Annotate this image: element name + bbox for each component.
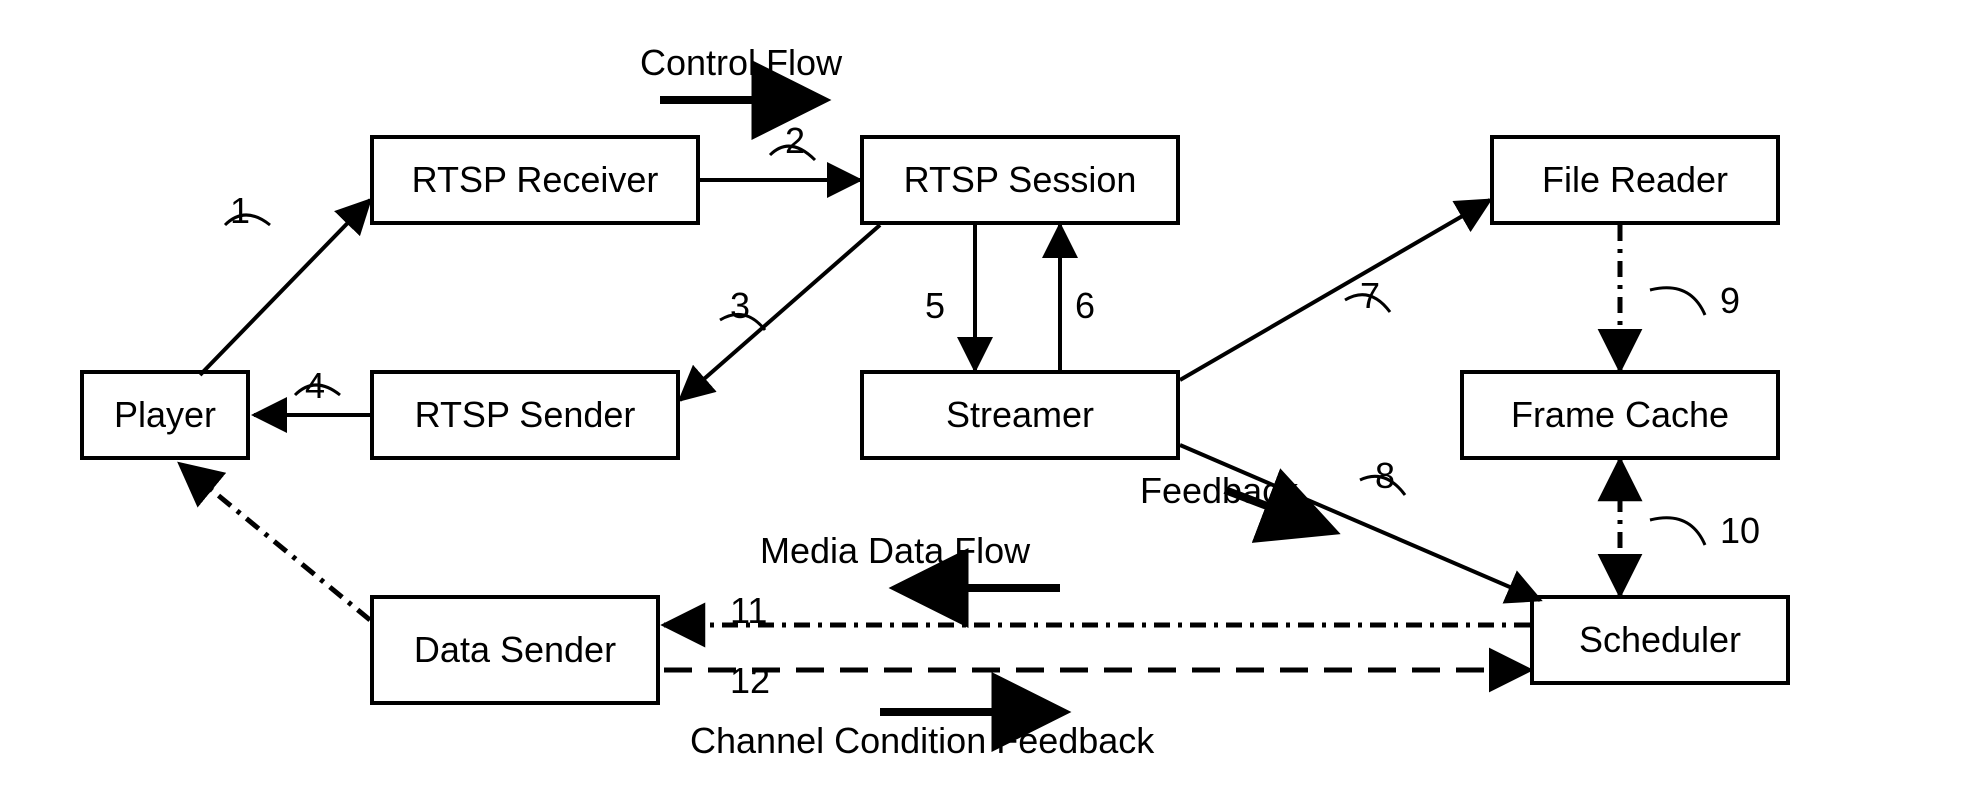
edge-datasender-player [180, 464, 370, 620]
node-rtsp-sender: RTSP Sender [370, 370, 680, 460]
legend-control-flow: Control Flow [640, 42, 842, 84]
edge-8 [1180, 445, 1540, 600]
legend-media-data-flow: Media Data Flow [760, 530, 1030, 572]
node-label: Player [114, 394, 216, 436]
edge-num-6: 6 [1075, 285, 1095, 327]
edge-7 [1180, 200, 1490, 380]
edge-1 [200, 200, 370, 375]
edge-num-3: 3 [730, 285, 750, 327]
node-label: RTSP Sender [415, 394, 636, 436]
edge-num-7: 7 [1360, 275, 1380, 317]
node-label: Data Sender [414, 629, 616, 671]
edge-num-12: 12 [730, 660, 770, 702]
node-scheduler: Scheduler [1530, 595, 1790, 685]
node-player: Player [80, 370, 250, 460]
node-label: Scheduler [1579, 619, 1741, 661]
node-label: RTSP Session [904, 159, 1137, 201]
edge-num-1: 1 [230, 190, 250, 232]
edge-num-8: 8 [1375, 455, 1395, 497]
legend-feedback: Feedback [1140, 470, 1298, 512]
node-streamer: Streamer [860, 370, 1180, 460]
edge-10-hook [1650, 518, 1705, 545]
node-label: File Reader [1542, 159, 1728, 201]
diagram-canvas: Player RTSP Receiver RTSP Sender RTSP Se… [0, 0, 1974, 809]
edge-num-11: 11 [730, 590, 767, 632]
node-file-reader: File Reader [1490, 135, 1780, 225]
edge-num-5: 5 [925, 285, 945, 327]
edge-3 [680, 225, 880, 400]
edge-num-2: 2 [785, 120, 805, 162]
node-rtsp-session: RTSP Session [860, 135, 1180, 225]
edge-num-4: 4 [305, 365, 325, 407]
edge-9-hook [1650, 288, 1705, 315]
node-label: Streamer [946, 394, 1094, 436]
edge-num-9: 9 [1720, 280, 1740, 322]
node-frame-cache: Frame Cache [1460, 370, 1780, 460]
node-rtsp-receiver: RTSP Receiver [370, 135, 700, 225]
node-label: RTSP Receiver [412, 159, 659, 201]
node-data-sender: Data Sender [370, 595, 660, 705]
edge-num-10: 10 [1720, 510, 1760, 552]
legend-channel-feedback: Channel Condition Feedback [690, 720, 1154, 762]
node-label: Frame Cache [1511, 394, 1729, 436]
